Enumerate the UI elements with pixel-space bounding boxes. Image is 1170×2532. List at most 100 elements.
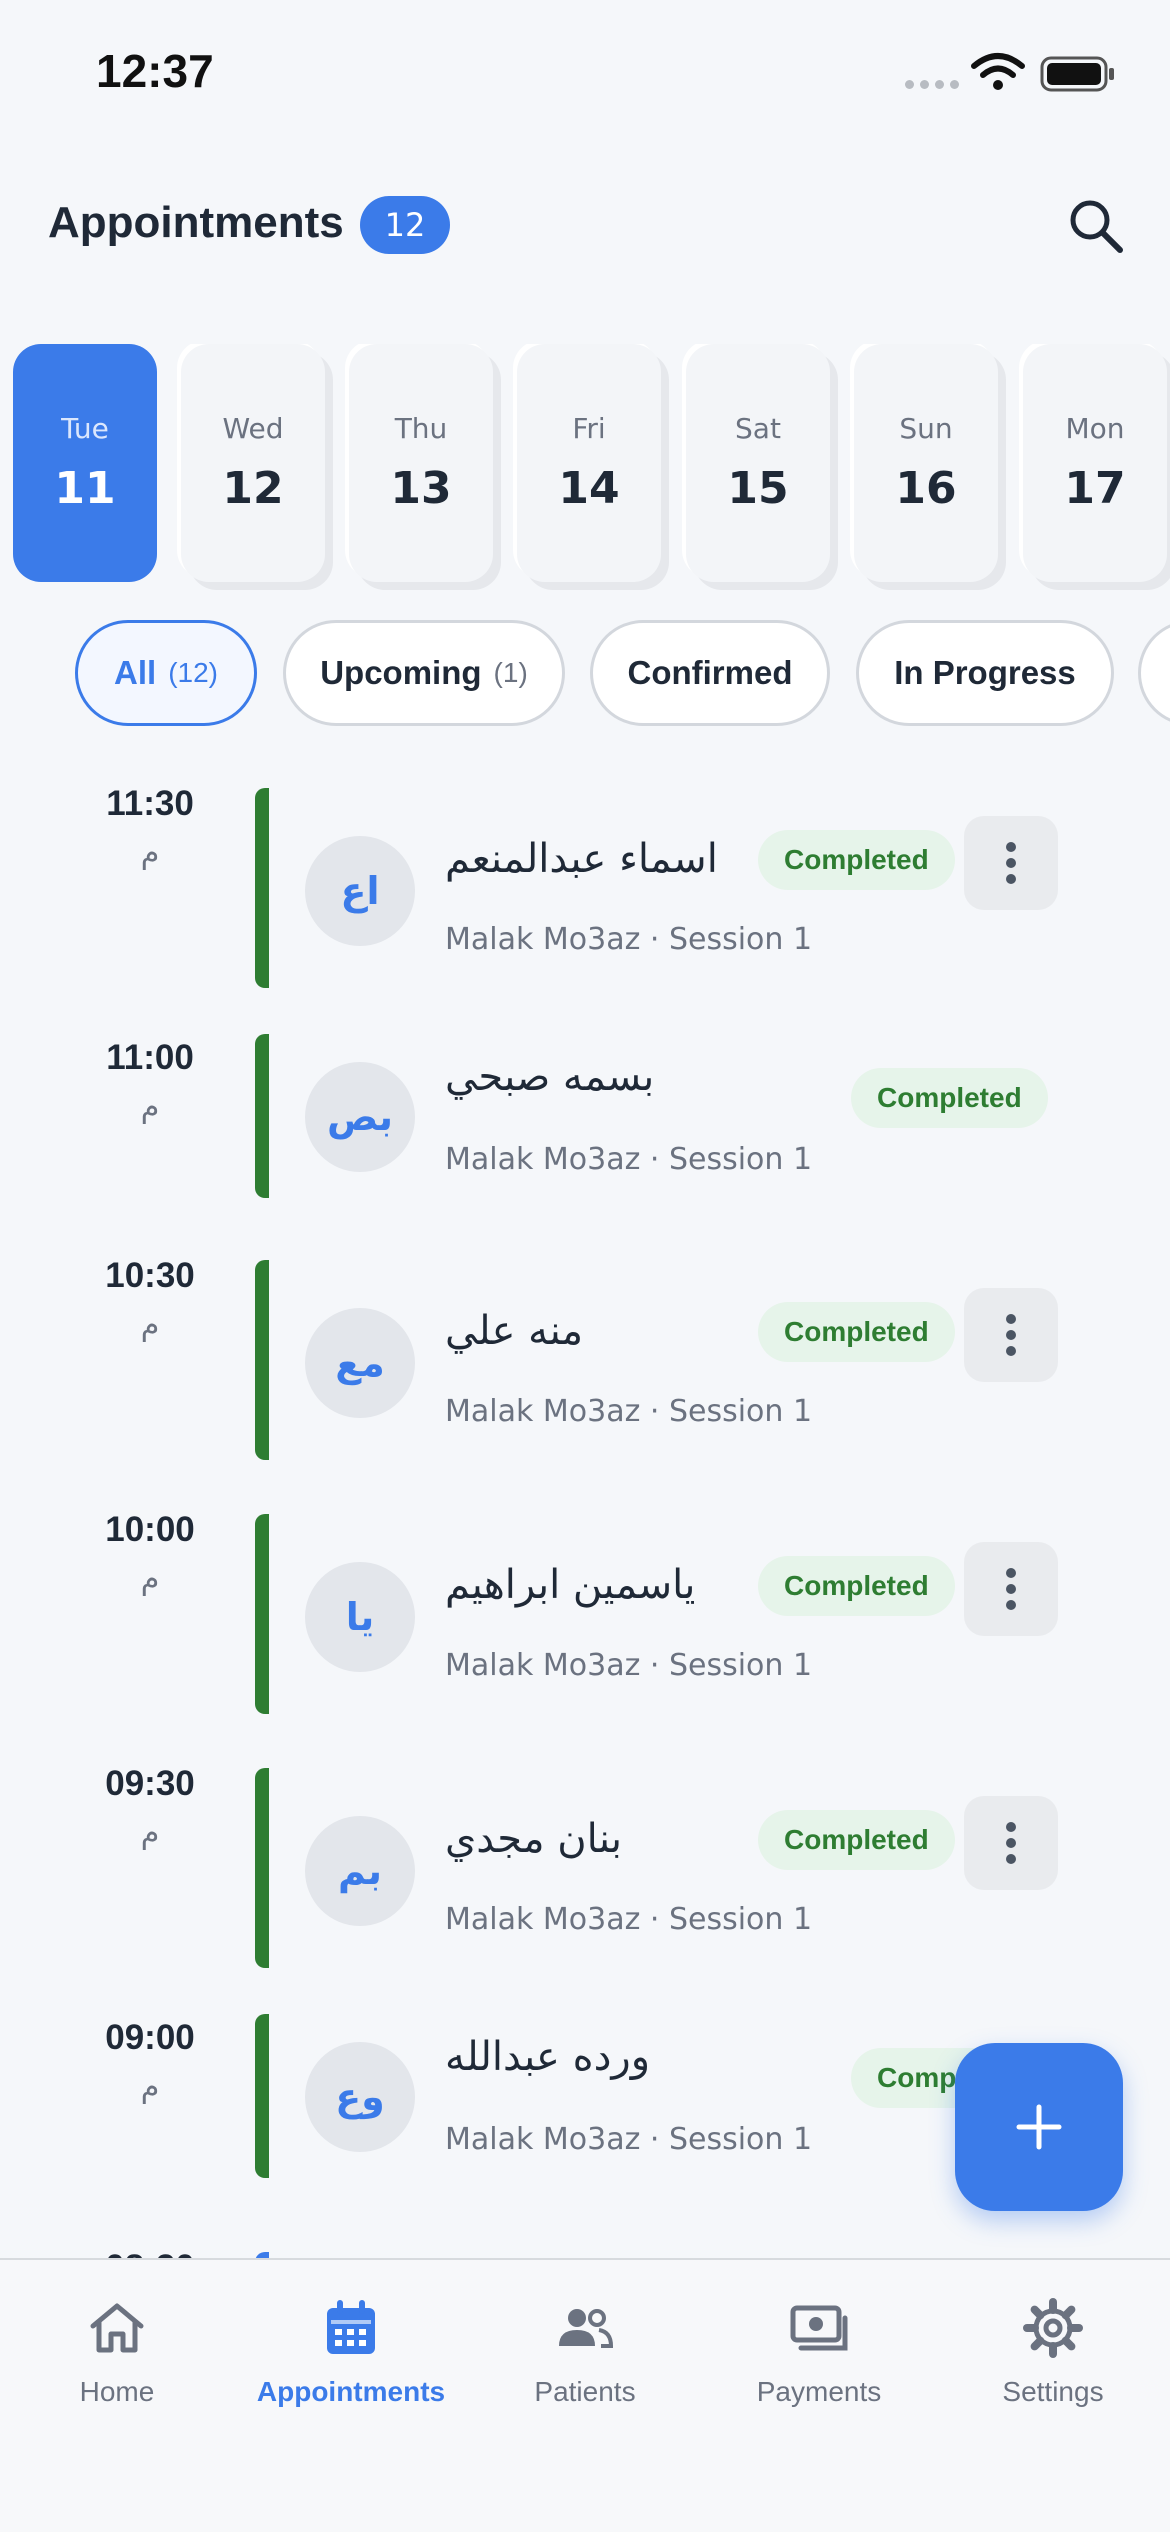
avatar: وع (305, 2042, 415, 2152)
time-column: 09:30 م (70, 1764, 230, 1851)
appointment-ampm: م (140, 1308, 160, 1343)
appointment-meta: Malak Mo3az · Session 1 (445, 2122, 813, 2157)
more-vertical-icon (1006, 1314, 1016, 1356)
appointment-ampm: م (140, 1816, 160, 1851)
more-menu-button[interactable] (964, 1288, 1058, 1382)
appointment-time: 11:00 (106, 1038, 194, 1077)
date-card-sat-15[interactable]: Sat 15 (686, 344, 830, 582)
payments-icon (790, 2305, 848, 2351)
more-menu-button[interactable] (964, 1796, 1058, 1890)
status-accent-bar (255, 1768, 269, 1968)
time-column: 11:00 م (70, 1038, 230, 1125)
time-column: 11:30 م (70, 784, 230, 871)
plus-icon (1016, 2104, 1062, 2150)
appointment-time: 11:30 (106, 784, 194, 823)
appointment-item[interactable]: 11:30 م اع اسماء عبدالمنعم Malak Mo3az ·… (0, 770, 1170, 990)
more-menu-button[interactable] (964, 816, 1058, 910)
status-accent-bar (255, 1034, 269, 1198)
nav-label: Home (79, 2376, 155, 2407)
filter-chip-upcoming[interactable]: Upcoming (1) (283, 620, 565, 726)
nav-label: Payments (756, 2376, 882, 2407)
more-vertical-icon (1006, 1822, 1016, 1864)
chip-label: Upcoming (320, 654, 482, 691)
avatar: مع (305, 1308, 415, 1418)
date-card-tue-11[interactable]: Tue 11 (13, 344, 157, 582)
appointment-time: 08:30 (70, 2248, 230, 2258)
bottom-nav: Home Appointments Patients Payments Sett… (0, 2258, 1170, 2532)
patient-name: بسمه صبحي (445, 1054, 655, 1100)
status-accent-bar (255, 2014, 269, 2178)
appointment-time: 10:30 (105, 1256, 195, 1295)
nav-label: Settings (1002, 2376, 1104, 2407)
add-appointment-button[interactable] (955, 2043, 1123, 2211)
date-card-sun-16[interactable]: Sun 16 (854, 344, 998, 582)
appointment-meta: Malak Mo3az · Session 1 (445, 1142, 813, 1177)
date-day: 11 (54, 463, 116, 514)
status-badge: Completed (851, 1068, 1048, 1128)
status-badge: Completed (758, 830, 955, 890)
date-card-mon-17[interactable]: Mon 17 (1023, 344, 1167, 582)
appointment-item[interactable]: 10:30 م مع منه علي Malak Mo3az · Session… (0, 1242, 1170, 1462)
date-dow: Thu (394, 412, 448, 445)
appointment-item[interactable]: 09:30 م بم بنان مجدي Malak Mo3az · Sessi… (0, 1750, 1170, 1970)
gear-icon (1023, 2298, 1083, 2358)
nav-item-appointments[interactable]: Appointments (234, 2296, 468, 2408)
appointment-item[interactable]: 11:00 م بص بسمه صبحي Malak Mo3az · Sessi… (0, 1024, 1170, 1244)
status-badge: Completed (758, 1302, 955, 1362)
filter-chip-in-progress[interactable]: In Progress (856, 620, 1114, 726)
chip-label: In Progress (894, 654, 1076, 691)
status-bar: 12:37 (0, 0, 1170, 150)
patient-name: منه علي (445, 1308, 584, 1354)
time-column: 09:00 م (70, 2018, 230, 2105)
chip-count: (1) (493, 657, 528, 688)
patient-name: ياسمين ابراهيم (445, 1562, 696, 1608)
avatar: بم (305, 1816, 415, 1926)
nav-item-home[interactable]: Home (0, 2296, 234, 2408)
filter-chip-confirmed[interactable]: Confirmed (590, 620, 830, 726)
appointment-ampm: م (140, 1562, 160, 1597)
appointment-ampm: م (140, 836, 160, 871)
date-dow: Wed (222, 412, 284, 445)
date-day: 14 (558, 463, 620, 514)
nav-item-settings[interactable]: Settings (936, 2296, 1170, 2408)
appointment-meta: Malak Mo3az · Session 1 (445, 1394, 813, 1429)
date-day: 13 (390, 463, 452, 514)
date-card-thu-13[interactable]: Thu 13 (349, 344, 493, 582)
users-icon (559, 2309, 614, 2348)
date-dow: Fri (572, 412, 606, 445)
status-badge: Completed (758, 1556, 955, 1616)
chip-label: Confirmed (627, 654, 793, 691)
appointment-time: 10:00 (105, 1510, 195, 1549)
time-column: 08:30 (70, 2248, 230, 2258)
more-vertical-icon (1006, 842, 1016, 884)
time-column: 10:00 م (70, 1510, 230, 1597)
filter-chip-all[interactable]: All (12) (75, 620, 257, 726)
nav-label: Appointments (256, 2376, 446, 2407)
more-menu-button[interactable] (964, 1542, 1058, 1636)
avatar: اع (305, 836, 415, 946)
header: Appointments 12 (0, 190, 1170, 270)
search-icon[interactable] (1064, 194, 1128, 258)
status-badge: Completed (758, 1810, 955, 1870)
status-accent-bar (255, 1514, 269, 1714)
appointment-item[interactable]: 10:00 م يا ياسمين ابراهيم Malak Mo3az · … (0, 1496, 1170, 1716)
battery-icon (1040, 56, 1114, 92)
appointment-meta: Malak Mo3az · Session 1 (445, 1902, 813, 1937)
status-accent-bar (255, 788, 269, 988)
chip-label: All (114, 654, 157, 691)
patient-name: اسماء عبدالمنعم (445, 836, 718, 882)
date-day: 17 (1064, 463, 1126, 514)
filter-chip-more[interactable] (1138, 620, 1170, 726)
home-icon (90, 2303, 144, 2353)
nav-item-payments[interactable]: Payments (702, 2296, 936, 2408)
nav-item-patients[interactable]: Patients (468, 2296, 702, 2408)
appointment-ampm: م (140, 2070, 160, 2105)
calendar-icon (327, 2300, 375, 2354)
date-card-fri-14[interactable]: Fri 14 (517, 344, 661, 582)
more-vertical-icon (1006, 1568, 1016, 1610)
avatar: يا (305, 1562, 415, 1672)
time-column: 10:30 م (70, 1256, 230, 1343)
avatar: بص (305, 1062, 415, 1172)
date-card-wed-12[interactable]: Wed 12 (181, 344, 325, 582)
appointment-item-partial[interactable]: 08:30 (0, 2234, 1170, 2258)
